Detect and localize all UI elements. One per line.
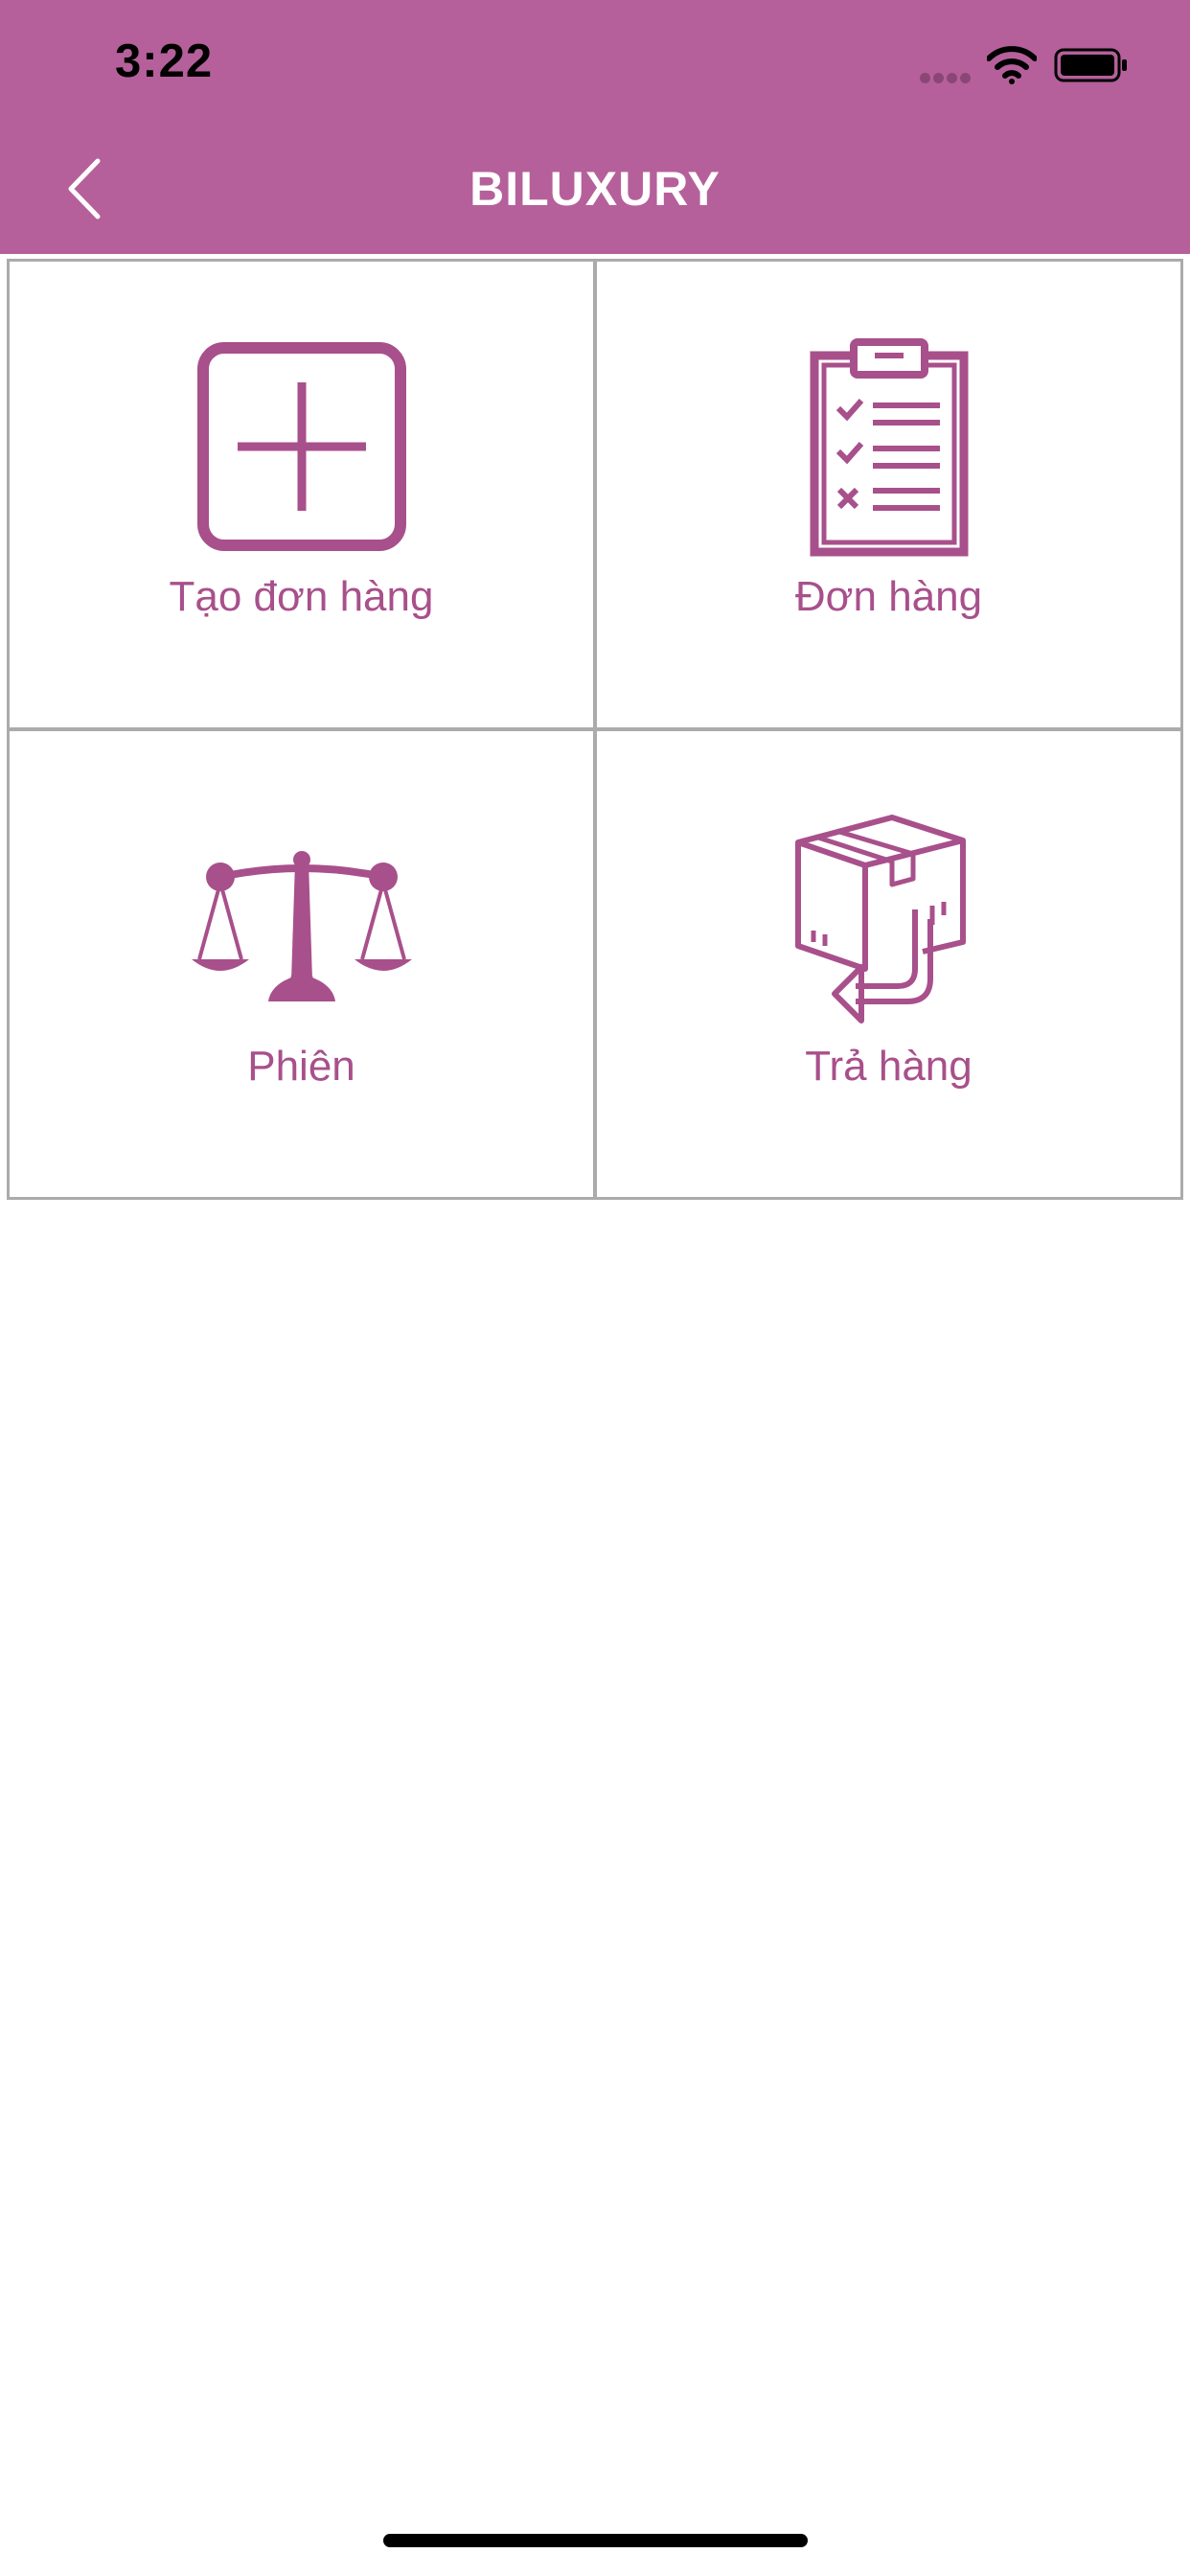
wifi-icon xyxy=(987,46,1037,84)
clipboard-checklist-icon xyxy=(810,338,968,557)
create-order-tile[interactable]: Tạo đơn hàng xyxy=(7,259,595,729)
package-return-icon xyxy=(794,815,966,1024)
screen: 3:22 BILUXURY Tạo đơn hàng Đơn hàng Phiê… xyxy=(0,0,1190,2576)
balance-scale-icon xyxy=(191,851,412,1001)
page-title: BILUXURY xyxy=(469,162,721,216)
orders-tile[interactable]: Đơn hàng xyxy=(595,259,1183,729)
menu-grid: Tạo đơn hàng Đơn hàng Phiên Trả hàng xyxy=(7,259,1183,1200)
status-time: 3:22 xyxy=(115,35,214,87)
home-indicator[interactable] xyxy=(383,2534,808,2547)
plus-square-icon xyxy=(196,342,406,551)
returns-tile[interactable]: Trả hàng xyxy=(595,729,1183,1200)
session-label: Phiên xyxy=(247,1043,355,1090)
session-tile[interactable]: Phiên xyxy=(7,729,595,1200)
create-order-label: Tạo đơn hàng xyxy=(169,573,434,620)
cellular-signal-icon xyxy=(920,71,975,83)
battery-icon xyxy=(1054,48,1127,82)
returns-label: Trả hàng xyxy=(805,1043,973,1090)
orders-label: Đơn hàng xyxy=(794,573,983,620)
app-header: 3:22 BILUXURY xyxy=(0,0,1190,254)
